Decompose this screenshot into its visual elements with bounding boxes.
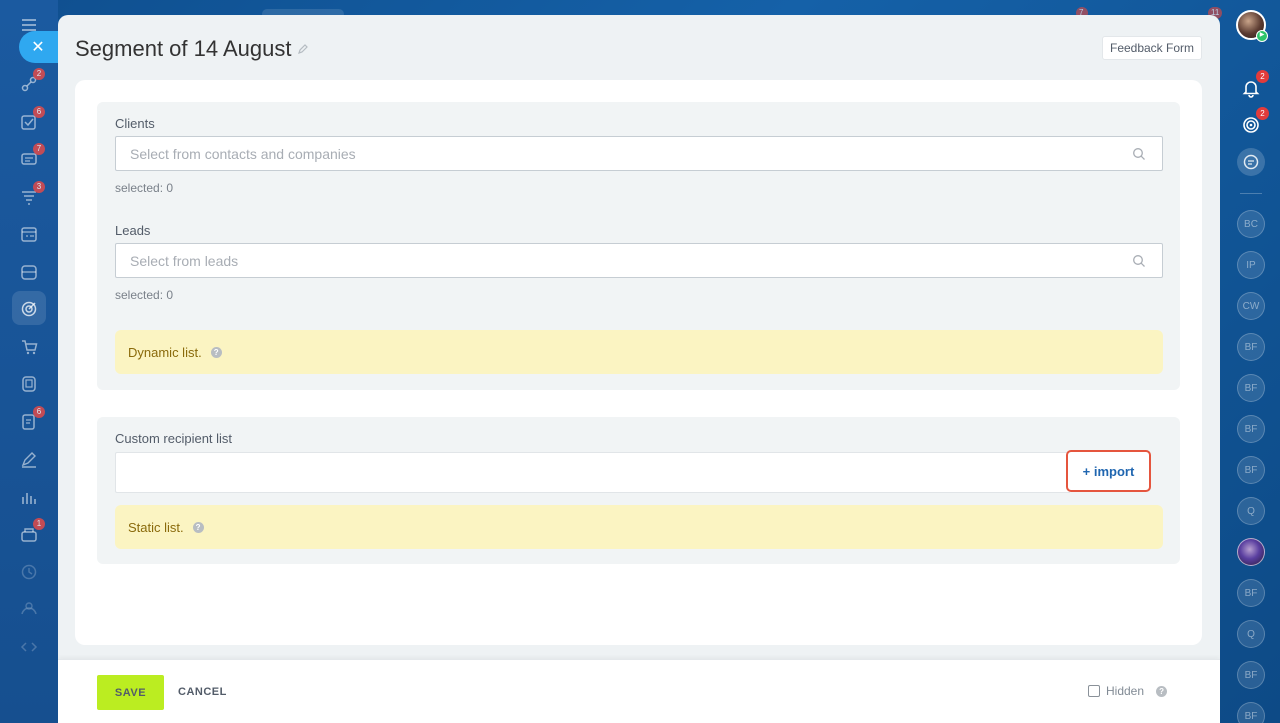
rail-badge: 6 xyxy=(33,406,45,418)
contact-avatar[interactable]: BF xyxy=(1237,333,1265,361)
save-button[interactable]: SAVE xyxy=(97,675,164,710)
calendar-icon[interactable] xyxy=(19,224,39,244)
target-icon[interactable]: 2 xyxy=(1237,107,1269,139)
contact-avatar[interactable]: BF xyxy=(1237,702,1265,723)
right-rail-divider xyxy=(1240,193,1262,194)
hidden-label: Hidden xyxy=(1106,684,1145,698)
segment-panel: Segment of 14 August Feedback Form Clien… xyxy=(58,15,1220,723)
right-sidebar xyxy=(1220,0,1280,723)
leads-label: Leads xyxy=(115,223,151,238)
clock-icon[interactable] xyxy=(19,562,39,582)
rail-badge: 1 xyxy=(33,518,45,530)
close-panel-button[interactable]: ✕ xyxy=(19,31,61,63)
cancel-button[interactable]: CANCEL xyxy=(178,686,227,698)
contact-avatar[interactable]: BC xyxy=(1237,210,1265,238)
rail-badge: 6 xyxy=(33,106,45,118)
static-section: Custom recipient list + import Static li… xyxy=(97,417,1180,564)
store-icon[interactable]: 1 xyxy=(19,518,45,544)
contact-avatar[interactable]: BF xyxy=(1237,415,1265,443)
dynamic-list-notice: Dynamic list. ? xyxy=(115,330,1163,374)
dynamic-list-text: Dynamic list. xyxy=(128,344,202,360)
sign-icon[interactable] xyxy=(19,449,39,469)
target-badge: 2 xyxy=(1256,107,1269,120)
docs-icon[interactable]: 6 xyxy=(19,406,45,432)
tasks-icon[interactable]: 6 xyxy=(19,106,45,132)
chat-search-icon[interactable] xyxy=(1237,148,1265,176)
contact-avatar[interactable]: IP xyxy=(1237,251,1265,279)
bell-icon[interactable]: 2 xyxy=(1237,70,1269,102)
page-title: Segment of 14 August xyxy=(75,36,292,61)
bell-badge: 2 xyxy=(1256,70,1269,83)
contact-avatar[interactable]: Q xyxy=(1237,620,1265,648)
contact-avatar[interactable]: BF xyxy=(1237,661,1265,689)
chat-icon[interactable]: 7 xyxy=(19,143,45,169)
clients-label: Clients xyxy=(115,116,155,131)
play-icon: ▶ xyxy=(1256,30,1268,42)
custom-recipient-label: Custom recipient list xyxy=(115,431,233,446)
inbox-icon[interactable] xyxy=(19,262,39,282)
leads-selected-count: selected: 0 xyxy=(115,288,174,302)
dynamic-section: Clients selected: 0 Leads selected: 0 Dy… xyxy=(97,102,1180,390)
code-icon[interactable] xyxy=(19,637,39,657)
search-icon xyxy=(1132,254,1146,268)
help-icon[interactable]: ? xyxy=(192,521,204,533)
help-icon[interactable]: ? xyxy=(1156,685,1168,697)
contact-avatar[interactable]: Q xyxy=(1237,497,1265,525)
marketing-icon[interactable] xyxy=(19,299,39,319)
hidden-checkbox[interactable] xyxy=(1088,685,1100,697)
cart-icon[interactable] xyxy=(19,337,39,357)
clients-search-input[interactable] xyxy=(116,137,1162,170)
static-list-notice: Static list. ? xyxy=(115,505,1163,549)
feedback-form-button[interactable]: Feedback Form xyxy=(1102,36,1202,60)
contact-avatar[interactable]: CW xyxy=(1237,292,1265,320)
clients-search-box[interactable] xyxy=(115,136,1163,171)
search-icon xyxy=(1132,147,1146,161)
analytics-icon[interactable] xyxy=(19,487,39,507)
help-icon[interactable]: ? xyxy=(210,346,222,358)
leads-search-box[interactable] xyxy=(115,243,1163,278)
filter-icon[interactable]: 3 xyxy=(19,181,45,207)
pencil-icon[interactable] xyxy=(297,42,309,54)
rail-badge: 7 xyxy=(33,143,45,155)
static-list-text: Static list. xyxy=(128,519,184,535)
hidden-option[interactable]: Hidden ? xyxy=(1088,684,1168,698)
clients-selected-count: selected: 0 xyxy=(115,181,174,195)
rail-badge: 2 xyxy=(33,68,45,80)
contact-avatar-photo[interactable] xyxy=(1237,538,1265,566)
segment-card: Clients selected: 0 Leads selected: 0 Dy… xyxy=(75,80,1202,645)
leads-search-input[interactable] xyxy=(116,244,1162,277)
deals-icon[interactable]: 2 xyxy=(19,68,45,94)
footer-bar: SAVE CANCEL Hidden ? xyxy=(58,659,1220,723)
rail-badge: 3 xyxy=(33,181,45,193)
contact-avatar[interactable]: BF xyxy=(1237,374,1265,402)
contact-avatar[interactable]: BF xyxy=(1237,579,1265,607)
import-button[interactable]: + import xyxy=(1066,450,1151,492)
close-icon: ✕ xyxy=(31,39,45,56)
groups-icon[interactable] xyxy=(19,599,39,619)
sites-icon[interactable] xyxy=(19,374,39,394)
custom-recipient-field[interactable] xyxy=(115,452,1070,493)
contact-avatar[interactable]: BF xyxy=(1237,456,1265,484)
